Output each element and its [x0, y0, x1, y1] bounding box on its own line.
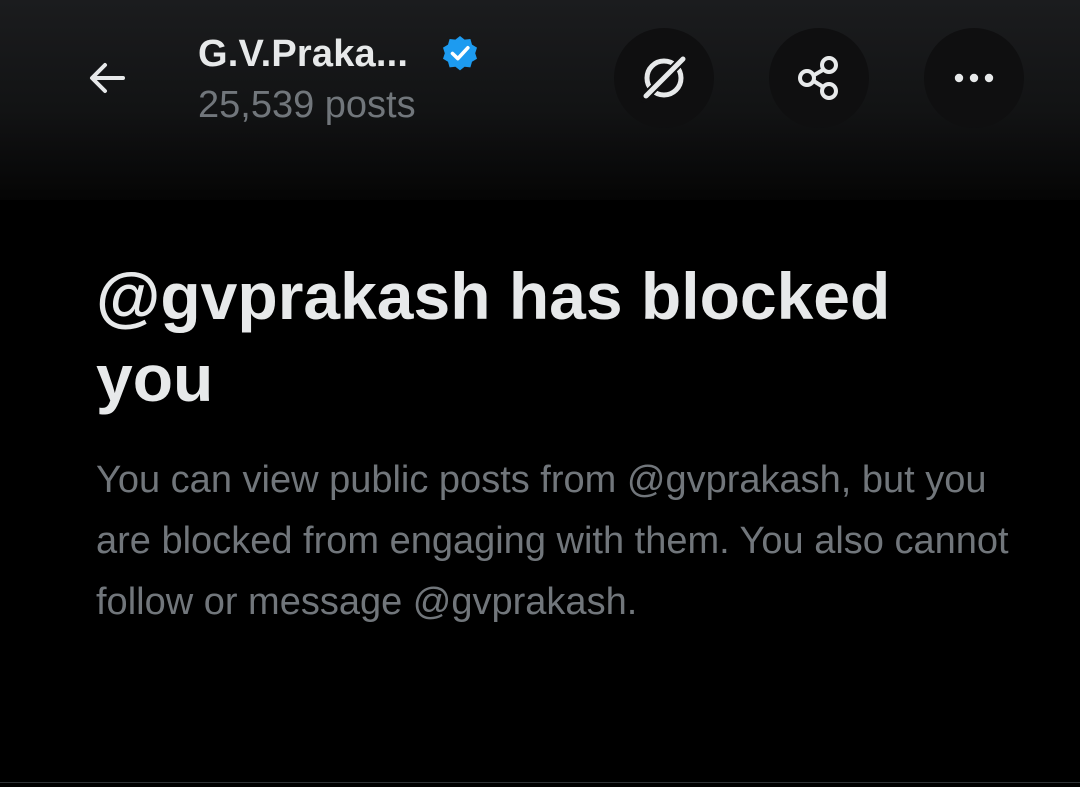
share-icon: [798, 56, 838, 100]
blocked-description: You can view public posts from @gvprakas…: [96, 459, 1009, 623]
profile-header: [0, 0, 1080, 200]
grok-icon: [639, 53, 689, 103]
grok-button[interactable]: [614, 28, 714, 128]
arrow-left-icon: [90, 63, 125, 93]
divider: [0, 782, 1080, 783]
back-button[interactable]: [56, 27, 158, 129]
share-button[interactable]: [769, 28, 869, 128]
verified-badge-icon: [440, 34, 480, 74]
profile-name-row: G.V.Praka...: [198, 30, 480, 78]
more-horizontal-icon: [954, 73, 994, 83]
blocked-title: @gvprakash has blocked you: [96, 259, 891, 415]
more-options-button[interactable]: [924, 28, 1024, 128]
post-count: 25,539 posts: [198, 84, 416, 126]
profile-title-block: G.V.Praka... 25,539 posts: [198, 30, 480, 127]
profile-name: G.V.Praka...: [198, 32, 409, 75]
